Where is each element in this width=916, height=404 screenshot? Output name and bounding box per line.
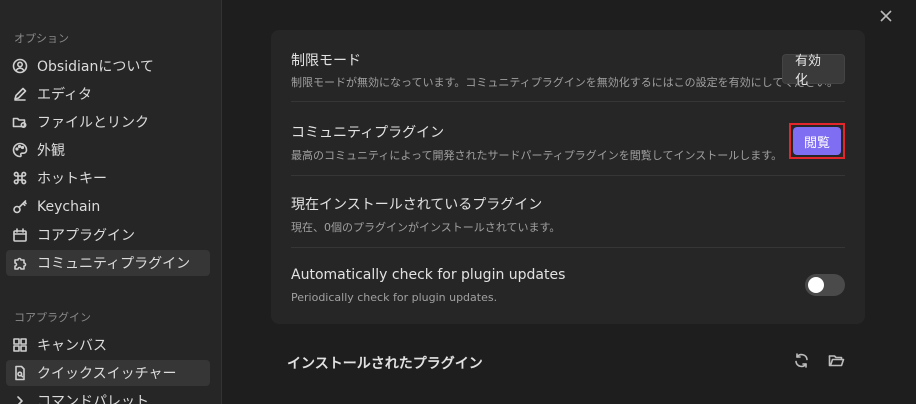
settings-sidebar: オプション Obsidianについて エディタ ファイルとリンク 外観 ホットキ… <box>0 0 222 404</box>
sidebar-heading-options: オプション <box>14 32 69 45</box>
sidebar-item-quick-switcher[interactable]: クイックスイッチャー <box>6 360 210 386</box>
setting-description: 最高のコミュニティによって開発されたサードパーティプラグインを閲覧してインストー… <box>291 149 783 162</box>
command-icon <box>12 170 28 186</box>
sidebar-item-editor[interactable]: エディタ <box>6 81 210 107</box>
setting-description: 制限モードが無効になっています。コミュニティプラグインを無効化するにはこの設定を… <box>291 76 839 89</box>
sidebar-item-community-plugins[interactable]: コミュニティプラグイン <box>6 250 210 276</box>
sidebar-item-label: コアプラグイン <box>37 228 135 244</box>
folder-icon <box>12 114 28 130</box>
settings-card: 制限モード 制限モードが無効になっています。コミュニティプラグインを無効化するに… <box>271 30 865 324</box>
sidebar-item-label: ファイルとリンク <box>37 115 149 131</box>
grid-icon <box>12 337 28 353</box>
auto-check-updates-toggle[interactable] <box>805 274 845 296</box>
sidebar-item-appearance[interactable]: 外観 <box>6 137 210 163</box>
person-circle-icon <box>12 58 28 74</box>
close-button[interactable] <box>878 8 894 24</box>
folder-open-icon <box>828 354 844 366</box>
file-search-icon <box>12 365 28 381</box>
sidebar-item-command-palette[interactable]: コマンドパレット <box>6 388 210 404</box>
puzzle-icon <box>12 255 28 271</box>
chevron-right-icon <box>12 393 28 404</box>
enable-restricted-mode-button[interactable]: 有効化 <box>782 54 845 88</box>
setting-community-plugins: コミュニティプラグイン 最高のコミュニティによって開発されたサードパーティプラグ… <box>291 104 845 176</box>
sidebar-item-label: キャンバス <box>37 338 107 354</box>
sidebar-item-core-plugins[interactable]: コアプラグイン <box>6 222 210 248</box>
reload-plugins-button[interactable] <box>792 351 810 369</box>
setting-name: 制限モード <box>291 53 361 69</box>
sidebar-item-label: ホットキー <box>37 171 107 187</box>
setting-name: Automatically check for plugin updates <box>291 267 566 283</box>
sidebar-item-label: クイックスイッチャー <box>37 366 177 382</box>
calendar-box-icon <box>12 227 28 243</box>
installed-plugins-heading: インストールされたプラグイン <box>287 356 483 372</box>
refresh-icon <box>794 352 808 368</box>
palette-icon <box>12 142 28 158</box>
sidebar-heading-core-plugins: コアプラグイン <box>14 311 91 324</box>
setting-auto-check-updates: Automatically check for plugin updates P… <box>291 248 845 320</box>
sidebar-item-keychain[interactable]: Keychain <box>6 194 210 220</box>
setting-description: Periodically check for plugin updates. <box>291 291 498 304</box>
setting-installed-plugins: 現在インストールされているプラグイン 現在、0個のプラグインがインストールされて… <box>291 176 845 248</box>
setting-restricted-mode: 制限モード 制限モードが無効になっています。コミュニティプラグインを無効化するに… <box>291 30 845 102</box>
sidebar-item-label: コミュニティプラグイン <box>37 256 191 272</box>
sidebar-item-canvas[interactable]: キャンバス <box>6 332 210 358</box>
setting-name: 現在インストールされているプラグイン <box>291 197 543 213</box>
key-icon <box>12 199 28 215</box>
sidebar-item-label: エディタ <box>37 87 93 103</box>
sidebar-item-label: Obsidianについて <box>37 59 154 75</box>
browse-button-highlight: 閲覧 <box>789 123 845 159</box>
setting-description: 現在、0個のプラグインがインストールされています。 <box>291 221 561 234</box>
pencil-icon <box>12 86 28 102</box>
sidebar-item-label: Keychain <box>37 199 101 215</box>
sidebar-item-files-links[interactable]: ファイルとリンク <box>6 109 210 135</box>
sidebar-item-about[interactable]: Obsidianについて <box>6 53 210 79</box>
open-plugins-folder-button[interactable] <box>827 351 845 369</box>
sidebar-item-hotkeys[interactable]: ホットキー <box>6 165 210 191</box>
sidebar-item-label: 外観 <box>37 143 65 159</box>
toggle-knob <box>808 277 824 293</box>
sidebar-item-label: コマンドパレット <box>37 394 149 404</box>
setting-name: コミュニティプラグイン <box>291 125 445 141</box>
close-icon <box>880 10 892 22</box>
browse-plugins-button[interactable]: 閲覧 <box>793 127 841 155</box>
